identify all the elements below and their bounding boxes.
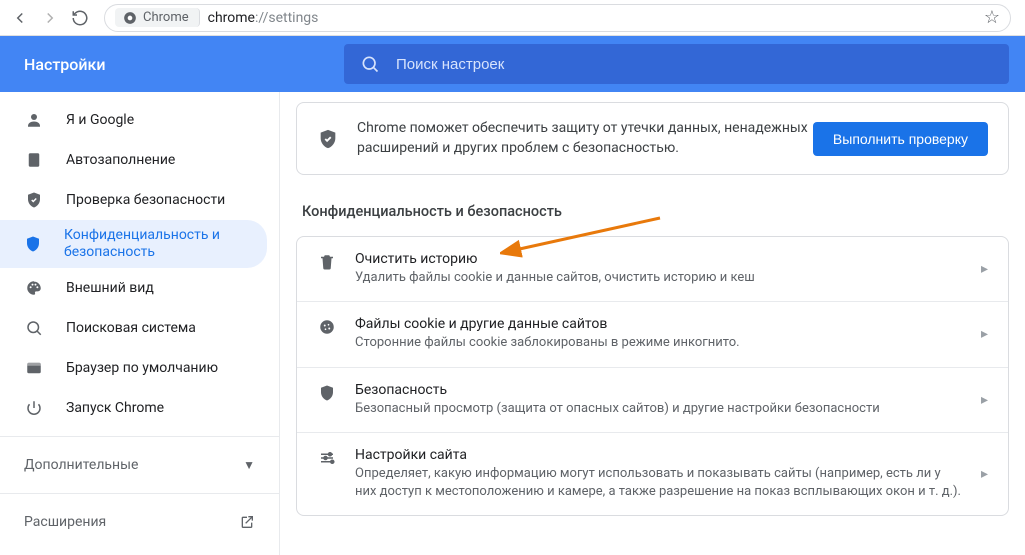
power-icon xyxy=(24,399,44,417)
run-safety-check-button[interactable]: Выполнить проверку xyxy=(813,122,988,156)
row-cookies[interactable]: Файлы cookie и другие данные сайтов Стор… xyxy=(297,301,1008,366)
site-chip: Chrome xyxy=(115,8,200,27)
row-subtitle: Безопасный просмотр (защита от опасных с… xyxy=(355,400,963,418)
site-chip-label: Chrome xyxy=(143,10,189,25)
sidebar: Я и Google Автозаполнение Проверка безоп… xyxy=(0,92,280,555)
address-bar[interactable]: Chrome chrome://settings ☆ xyxy=(104,4,1011,32)
chevron-right-icon: ▸ xyxy=(981,326,988,342)
sidebar-item-label: Браузер по умолчанию xyxy=(66,360,218,376)
cookie-icon xyxy=(317,318,337,336)
row-title: Безопасность xyxy=(355,382,963,398)
sidebar-advanced-label: Дополнительные xyxy=(24,457,138,473)
sidebar-item-label: Конфиденциальность и безопасность xyxy=(64,227,243,262)
sidebar-item-autofill[interactable]: Автозаполнение xyxy=(0,140,267,180)
shield-check-icon xyxy=(24,191,44,209)
bookmark-star-icon[interactable]: ☆ xyxy=(984,7,1000,28)
sidebar-item-on-startup[interactable]: Запуск Chrome xyxy=(0,388,267,428)
reload-button[interactable] xyxy=(68,6,92,30)
sidebar-extensions-label: Расширения xyxy=(24,514,106,530)
palette-icon xyxy=(24,279,44,297)
open-in-new-icon xyxy=(239,514,255,530)
forward-button[interactable] xyxy=(38,6,62,30)
row-title: Очистить историю xyxy=(355,251,963,267)
sidebar-item-label: Внешний вид xyxy=(66,280,154,296)
trash-icon xyxy=(317,253,337,271)
sidebar-separator xyxy=(0,436,279,437)
safety-check-text: Chrome поможет обеспечить защиту от утеч… xyxy=(357,119,813,158)
sidebar-item-label: Запуск Chrome xyxy=(66,400,164,416)
sidebar-item-label: Я и Google xyxy=(66,112,134,128)
chevron-right-icon: ▸ xyxy=(981,392,988,408)
person-icon xyxy=(24,111,44,129)
chevron-right-icon: ▸ xyxy=(981,466,988,482)
safety-check-card: Chrome поможет обеспечить защиту от утеч… xyxy=(296,102,1009,175)
shield-icon xyxy=(24,235,42,253)
row-site-settings[interactable]: Настройки сайта Определяет, какую информ… xyxy=(297,432,1008,515)
sidebar-item-safety-check[interactable]: Проверка безопасности xyxy=(0,180,267,220)
search-icon xyxy=(24,319,44,337)
sidebar-item-default-browser[interactable]: Браузер по умолчанию xyxy=(0,348,267,388)
row-security[interactable]: Безопасность Безопасный просмотр (защита… xyxy=(297,367,1008,432)
search-icon xyxy=(360,54,380,74)
sidebar-item-you-and-google[interactable]: Я и Google xyxy=(0,100,267,140)
row-title: Настройки сайта xyxy=(355,447,963,463)
sidebar-item-appearance[interactable]: Внешний вид xyxy=(0,268,267,308)
tune-icon xyxy=(317,449,337,467)
url-text: chrome://settings xyxy=(208,10,319,26)
row-subtitle: Сторонние файлы cookie заблокированы в р… xyxy=(355,334,963,352)
sidebar-item-label: Проверка безопасности xyxy=(66,192,225,208)
chevron-right-icon: ▸ xyxy=(981,261,988,277)
settings-search-input[interactable] xyxy=(396,56,993,73)
sidebar-advanced-toggle[interactable]: Дополнительные ▼ xyxy=(0,445,279,485)
row-title: Файлы cookie и другие данные сайтов xyxy=(355,316,963,332)
back-button[interactable] xyxy=(8,6,32,30)
shield-icon xyxy=(317,384,337,402)
sidebar-extensions-link[interactable]: Расширения xyxy=(0,502,279,542)
sidebar-item-privacy-security[interactable]: Конфиденциальность и безопасность xyxy=(0,220,267,268)
sidebar-item-label: Поисковая система xyxy=(66,320,196,336)
sidebar-item-search-engine[interactable]: Поисковая система xyxy=(0,308,267,348)
settings-header: Настройки xyxy=(0,36,1025,92)
privacy-list-card: Очистить историю Удалить файлы cookie и … xyxy=(296,236,1009,516)
browser-toolbar: Chrome chrome://settings ☆ xyxy=(0,0,1025,36)
shield-check-icon xyxy=(317,128,339,150)
main-content: Chrome поможет обеспечить защиту от утеч… xyxy=(280,92,1025,555)
settings-search[interactable] xyxy=(344,44,1009,84)
clipboard-icon xyxy=(24,151,44,169)
row-subtitle: Определяет, какую информацию могут испол… xyxy=(355,465,963,501)
page-title: Настройки xyxy=(24,55,344,74)
chevron-down-icon: ▼ xyxy=(243,458,255,472)
sidebar-item-label: Автозаполнение xyxy=(66,152,175,168)
sidebar-separator xyxy=(0,493,279,494)
row-clear-browsing-data[interactable]: Очистить историю Удалить файлы cookie и … xyxy=(297,237,1008,301)
browser-icon xyxy=(24,359,44,377)
section-title-privacy: Конфиденциальность и безопасность xyxy=(302,203,1009,220)
row-subtitle: Удалить файлы cookie и данные сайтов, оч… xyxy=(355,269,963,287)
